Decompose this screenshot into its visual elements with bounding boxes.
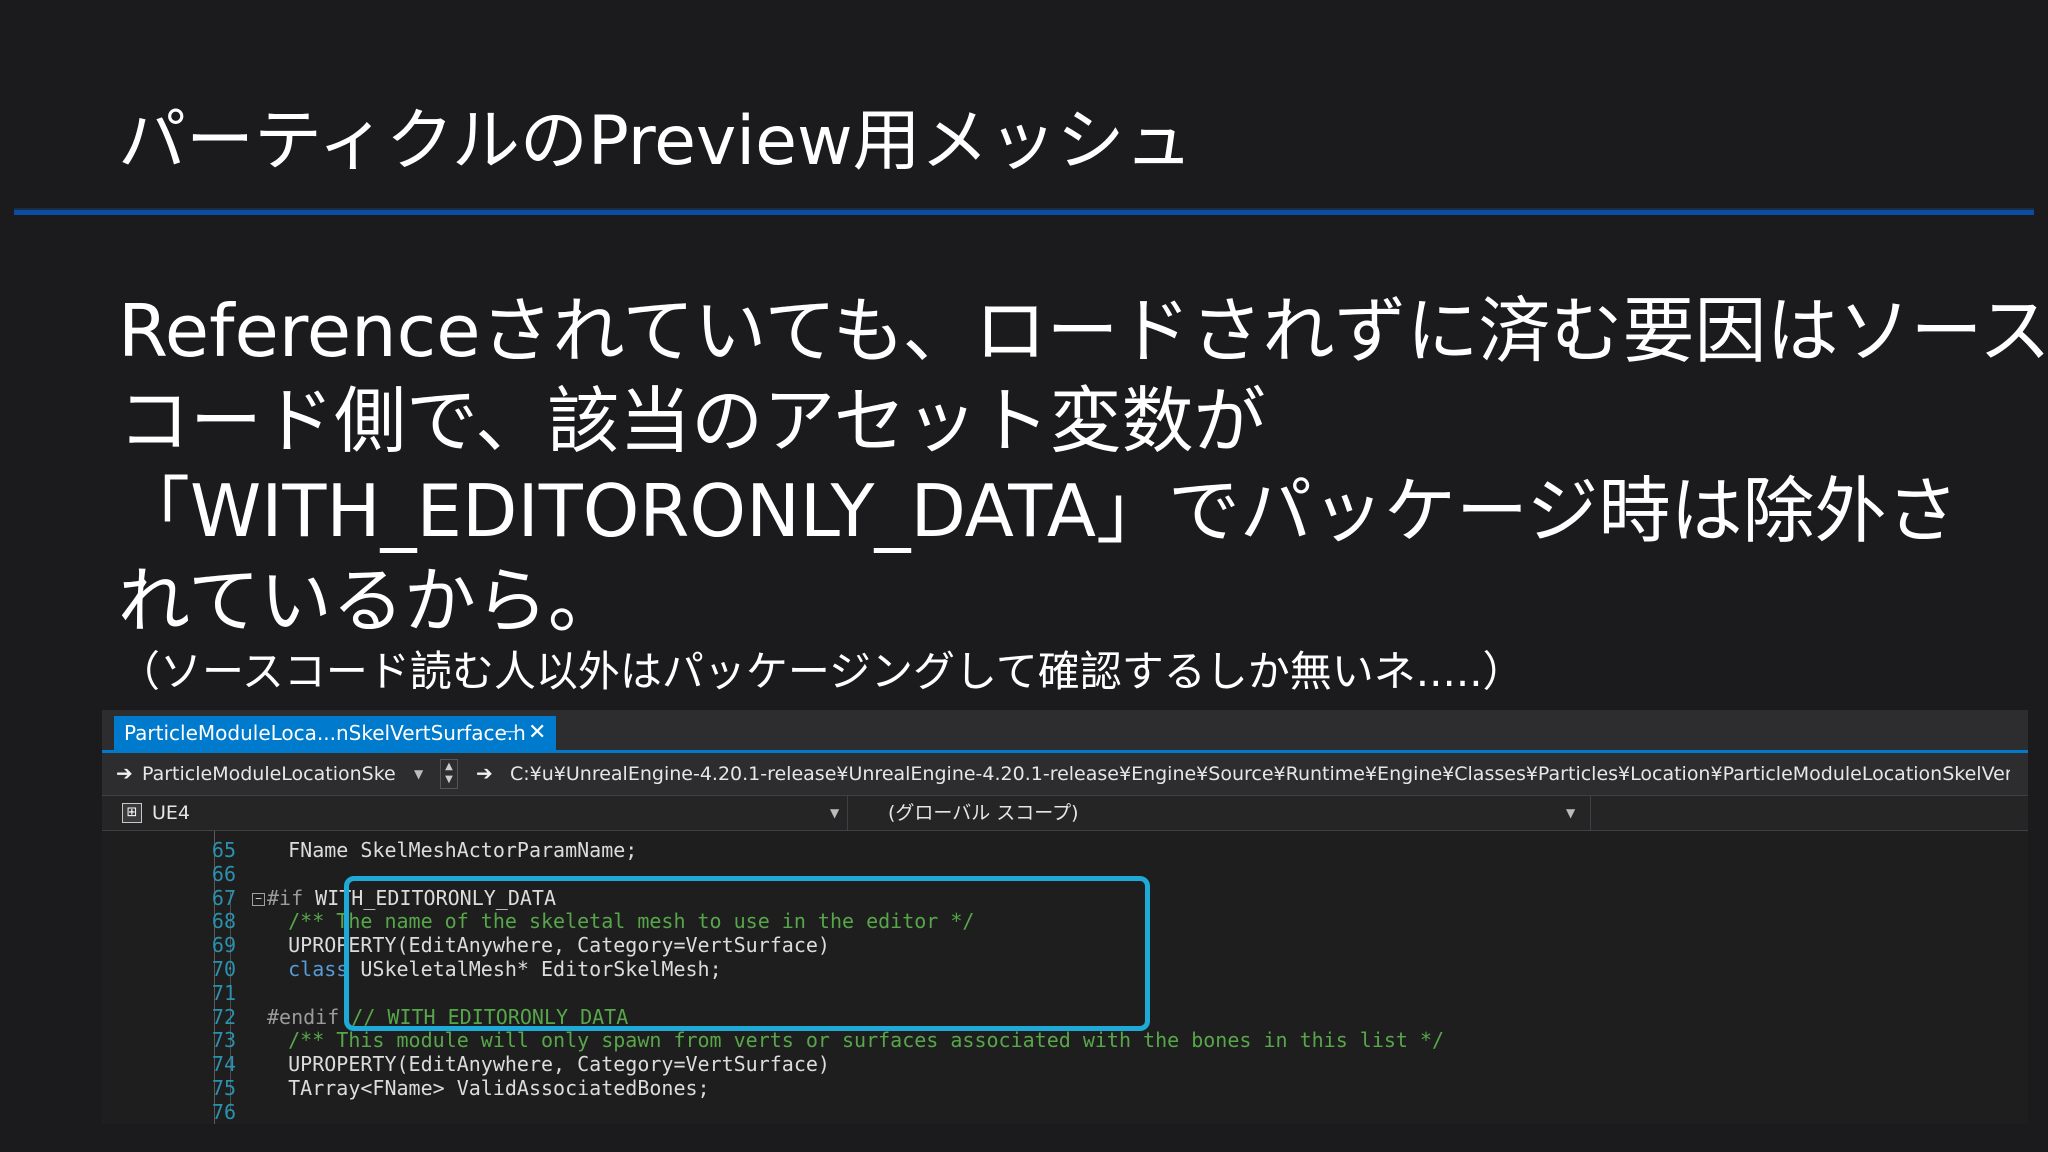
scope-divider	[1590, 796, 1591, 830]
slide-title: パーティクルのPreview用メッシュ	[118, 102, 1193, 181]
code-text: FName SkelMeshActorParamName;	[288, 838, 638, 862]
code-line[interactable]: UPROPERTY(EditAnywhere, Category=VertSur…	[252, 1052, 2012, 1077]
ide-screenshot: ParticleModuleLoca...nSkelVertSurface.h …	[102, 710, 2028, 1124]
line-number: 69	[211, 933, 236, 958]
project-dropdown[interactable]: ⊞ UE4 ▼	[102, 796, 848, 830]
body-line-4: れているから。	[118, 559, 620, 643]
code-line[interactable]: TArray<FName> ValidAssociatedBones;	[252, 1075, 2012, 1101]
slide-body: Referenceされていても、ロードされずに済む要因はソース コード側で、該当…	[118, 286, 2048, 646]
preprocessor-directive: #endif	[267, 1004, 340, 1029]
line-number: 66	[211, 861, 236, 886]
line-number: 65	[211, 838, 236, 862]
code-keyword: class	[288, 956, 349, 981]
scope-bar: ⊞ UE4 ▼ (グローバル スコープ) ▼	[102, 795, 2028, 831]
pin-icon[interactable]: ⊣	[502, 716, 518, 750]
chevron-down-icon[interactable]: ▼	[1566, 800, 1575, 826]
code-line[interactable]	[252, 1101, 2012, 1124]
document-tab-strip: ParticleModuleLoca...nSkelVertSurface.h …	[102, 710, 2028, 750]
arrow-right-icon: ➔	[116, 761, 133, 785]
line-number: 76	[211, 1099, 236, 1124]
global-scope-dropdown[interactable]: (グローバル スコープ)	[888, 800, 1079, 826]
close-icon[interactable]: ✕	[528, 716, 546, 750]
code-text: TArray<FName> ValidAssociatedBones;	[288, 1075, 710, 1100]
body-line-3: 「WITH_EDITORONLY_DATA」でパッケージ時は除外さ	[118, 469, 1959, 553]
arrow-right-icon: ➔	[476, 761, 493, 785]
line-number: 68	[211, 909, 236, 934]
code-editor[interactable]: 65 66 67 68 69 70 71 72 73 74 75 76 FName SkelMeshA…	[102, 831, 2028, 1124]
document-tab[interactable]: ParticleModuleLoca...nSkelVertSurface.h …	[114, 716, 556, 750]
line-number: 74	[211, 1052, 236, 1077]
code-line[interactable]: /** This module will only spawn from ver…	[252, 1028, 2012, 1053]
line-number: 71	[211, 980, 236, 1005]
title-divider	[14, 208, 2034, 215]
body-line-1: Referenceされていても、ロードされずに済む要因はソース	[118, 289, 2048, 373]
code-line[interactable]: FName SkelMeshActorParamName;	[252, 838, 2012, 863]
class-scope-dropdown[interactable]: ParticleModuleLocationSke	[142, 761, 412, 787]
preprocessor-directive: #if	[267, 885, 304, 910]
editoronly-highlight-box	[344, 875, 1150, 1032]
line-number: 75	[211, 1075, 236, 1100]
file-path: C:¥u¥UnrealEngine-4.20.1-release¥UnrealE…	[510, 763, 2010, 785]
line-number: 70	[211, 956, 236, 981]
scroll-spinner[interactable]: ▲ ▼	[440, 759, 458, 789]
collapse-icon[interactable]: −	[252, 892, 265, 906]
body-line-2: コード側で、該当のアセット変数が	[118, 379, 1266, 463]
project-label: UE4	[152, 802, 190, 824]
code-text: UPROPERTY(EditAnywhere, Category=VertSur…	[288, 1052, 830, 1077]
line-number-gutter: 65 66 67 68 69 70 71 72 73 74 75 76	[178, 838, 236, 1124]
line-number: 72	[211, 1004, 236, 1029]
chevron-down-icon[interactable]: ▼	[414, 761, 423, 787]
project-icon: ⊞	[122, 803, 142, 823]
line-number: 73	[211, 1028, 236, 1053]
navigation-bar: ➔ ParticleModuleLocationSke ▼ ▲ ▼ ➔ C:¥u¥…	[102, 753, 2028, 795]
document-tab-label: ParticleModuleLoca...nSkelVertSurface.h	[124, 721, 526, 745]
line-number: 67	[211, 885, 236, 910]
slide-note: （ソースコード読む人以外はパッケージングして確認するしか無いネ.....）	[118, 647, 1525, 696]
chevron-down-icon[interactable]: ▼	[830, 800, 839, 826]
code-comment: /** This module will only spawn from ver…	[288, 1028, 1445, 1053]
